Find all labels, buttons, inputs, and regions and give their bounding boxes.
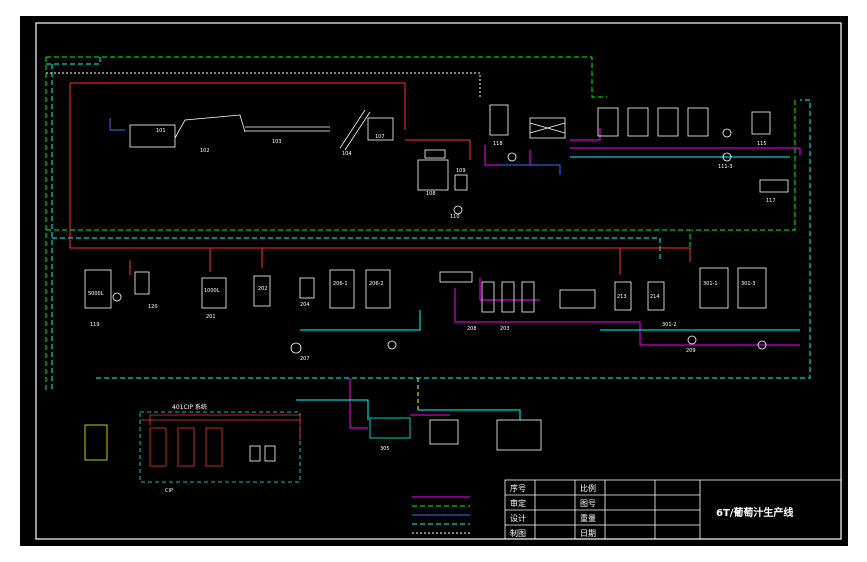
tb-drawing-no: 图号 xyxy=(580,499,596,508)
label-206-2: 206-2 xyxy=(369,281,384,287)
label-301-2: 301-2 xyxy=(662,322,677,328)
label-203: 203 xyxy=(500,326,510,332)
label-214: 214 xyxy=(650,294,660,300)
label-101: 101 xyxy=(156,128,166,134)
label-213: 213 xyxy=(617,294,627,300)
label-104: 104 xyxy=(342,151,352,157)
label-5000: 5000L xyxy=(88,291,104,297)
label-117: 117 xyxy=(766,198,776,204)
label-102: 102 xyxy=(200,148,210,154)
label-118: 118 xyxy=(493,141,503,147)
label-108: 108 xyxy=(426,191,436,197)
cip-label: CIP xyxy=(165,488,173,494)
label-110: 110 xyxy=(450,214,460,220)
label-109: 109 xyxy=(456,168,466,174)
label-202: 202 xyxy=(258,286,268,292)
cip-system-label: 401CIP 系统 xyxy=(172,403,207,411)
tb-date: 日期 xyxy=(580,529,596,538)
tb-review: 审定 xyxy=(510,498,526,508)
tb-scale: 比例 xyxy=(580,483,596,493)
tb-draft: 制图 xyxy=(510,528,526,538)
label-201: 201 xyxy=(206,314,216,320)
drawing-area xyxy=(20,16,848,546)
label-119: 119 xyxy=(90,322,100,328)
tb-design: 设计 xyxy=(510,513,526,523)
label-111-3: 111-3 xyxy=(718,164,733,170)
label-301-3: 301-3 xyxy=(741,281,756,287)
label-206-1: 206-1 xyxy=(333,281,348,287)
label-305: 305 xyxy=(380,446,390,452)
label-204: 204 xyxy=(300,302,310,308)
label-207: 207 xyxy=(300,356,310,362)
label-1000: 1000L xyxy=(204,288,220,294)
drawing-title: 6T/葡萄汁生产线 xyxy=(716,506,793,519)
label-208: 208 xyxy=(467,326,477,332)
label-115: 115 xyxy=(757,141,767,147)
label-209: 209 xyxy=(686,348,696,354)
label-103: 103 xyxy=(272,139,282,145)
tb-serial: 序号 xyxy=(510,483,526,493)
label-301-1: 301-1 xyxy=(703,281,718,287)
cad-drawing: 101 102 103 104 107 108 109 110 118 111-… xyxy=(0,0,867,562)
label-120: 120 xyxy=(148,304,158,310)
tb-weight: 重量 xyxy=(580,513,596,523)
label-107: 107 xyxy=(375,134,385,140)
